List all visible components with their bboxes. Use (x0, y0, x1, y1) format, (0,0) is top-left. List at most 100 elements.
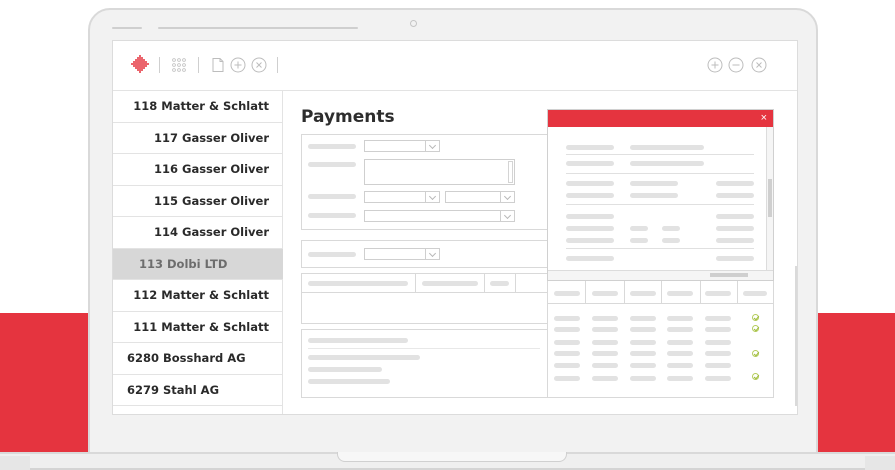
toolbar-separator (277, 57, 278, 73)
table-cell (554, 363, 580, 368)
sidebar-item[interactable]: 6280 Bosshard AG (113, 343, 283, 375)
table-cell (592, 327, 618, 332)
app-screen: 118 Matter & Schlatt 117 Gasser Oliver 1… (112, 40, 798, 415)
dropdown-field[interactable] (445, 191, 515, 203)
text-placeholder (566, 238, 614, 243)
check-icon (752, 314, 759, 321)
dialog-header: × (548, 110, 773, 127)
table-cell (667, 327, 693, 332)
table-cell (592, 363, 618, 368)
text-placeholder (630, 181, 678, 186)
dropdown-field[interactable] (364, 210, 515, 222)
dialog-horizontal-scrollbar[interactable] (548, 270, 773, 280)
text-placeholder (308, 367, 382, 372)
text-placeholder (566, 161, 614, 166)
text-placeholder (566, 214, 614, 219)
column-header (592, 291, 618, 296)
laptop-base-edge (865, 456, 895, 470)
close-icon[interactable]: × (761, 111, 767, 126)
remove-circle-icon[interactable] (728, 57, 744, 73)
text-placeholder (716, 181, 754, 186)
column-divider (484, 274, 485, 292)
grid-icon[interactable] (171, 57, 187, 73)
table-cell (705, 363, 731, 368)
laptop-base-edge (0, 456, 30, 470)
table-cell (554, 340, 580, 345)
table-cell (705, 316, 731, 321)
dialog-vertical-scrollbar[interactable] (766, 127, 773, 270)
sidebar-item-label: 116 Gasser Oliver (154, 162, 269, 176)
add-circle-icon[interactable] (707, 57, 723, 73)
textarea-field[interactable] (364, 159, 515, 185)
document-icon[interactable] (210, 57, 226, 73)
sidebar-item-label: 118 Matter & Schlatt (133, 99, 269, 113)
textarea-scrollbar[interactable] (508, 161, 513, 183)
column-divider (661, 281, 662, 303)
sidebar-item[interactable]: 118 Matter & Schlatt (113, 91, 283, 123)
text-placeholder (566, 256, 614, 261)
bezel-line (112, 27, 142, 29)
column-divider (515, 274, 516, 292)
sidebar-item[interactable]: 117 Gasser Oliver (113, 123, 283, 154)
table-cell (667, 363, 693, 368)
table-cell (592, 376, 618, 381)
sidebar-item[interactable]: 111 Matter & Schlatt (113, 312, 283, 343)
sidebar-item-label: 117 Gasser Oliver (154, 130, 269, 145)
column-header (422, 281, 478, 286)
popup-dialog: × (547, 109, 774, 281)
chevron-down-icon (425, 192, 439, 202)
table-cell (630, 340, 656, 345)
app-toolbar (113, 41, 797, 91)
text-placeholder (630, 238, 648, 243)
filter-panel (301, 240, 553, 268)
text-placeholder (566, 181, 614, 186)
sidebar-item-label: 113 Dolbi LTD (139, 256, 228, 271)
table-cell (667, 376, 693, 381)
sidebar-item[interactable]: 6279 Stahl AG (113, 375, 283, 406)
laptop-notch (337, 452, 567, 462)
page-scrollbar[interactable] (795, 266, 797, 406)
payments-table (547, 281, 774, 398)
sidebar-item[interactable]: 115 Gasser Oliver (113, 186, 283, 217)
column-header (667, 291, 693, 296)
sidebar-item[interactable]: 114 Gasser Oliver (113, 217, 283, 249)
text-placeholder (662, 226, 680, 231)
toolbar-separator (198, 57, 199, 73)
chevron-down-icon (425, 249, 439, 259)
column-divider (700, 281, 701, 303)
field-label (308, 162, 356, 167)
close-circle-icon[interactable] (751, 57, 767, 73)
text-placeholder (630, 145, 704, 150)
column-divider (585, 281, 586, 303)
add-circle-icon[interactable] (230, 57, 246, 73)
sidebar-item-label: 114 Gasser Oliver (154, 225, 269, 239)
scrollbar-thumb[interactable] (710, 273, 748, 277)
table-cell (667, 340, 693, 345)
dropdown-field[interactable] (364, 140, 440, 152)
chevron-down-icon (500, 192, 514, 202)
text-placeholder (630, 193, 678, 198)
sidebar-item-active[interactable]: 113 Dolbi LTD (113, 248, 283, 280)
dropdown-field[interactable] (364, 248, 440, 260)
notes-panel (301, 329, 553, 398)
table-header-divider (302, 292, 552, 293)
table-cell (705, 351, 731, 356)
sidebar-item-label: 6279 Stahl AG (127, 382, 220, 397)
text-placeholder (716, 238, 754, 243)
sidebar-item-label: 6280 Bosshard AG (127, 351, 246, 365)
column-divider (737, 281, 738, 303)
close-circle-icon[interactable] (251, 57, 267, 73)
chevron-down-icon (500, 211, 514, 221)
text-placeholder (662, 238, 680, 243)
sidebar-item[interactable]: 112 Matter & Schlatt (113, 280, 283, 312)
dropdown-field[interactable] (364, 191, 440, 203)
sidebar-item[interactable]: 116 Gasser Oliver (113, 154, 283, 186)
sidebar: 118 Matter & Schlatt 117 Gasser Oliver 1… (113, 91, 283, 414)
text-placeholder (308, 379, 390, 384)
chevron-down-icon (425, 141, 439, 151)
sidebar-item-label: 112 Matter & Schlatt (133, 288, 269, 302)
text-placeholder (566, 145, 614, 150)
sidebar-item-label: 115 Gasser Oliver (154, 193, 269, 208)
field-label (308, 252, 356, 257)
scrollbar-thumb[interactable] (768, 179, 772, 217)
